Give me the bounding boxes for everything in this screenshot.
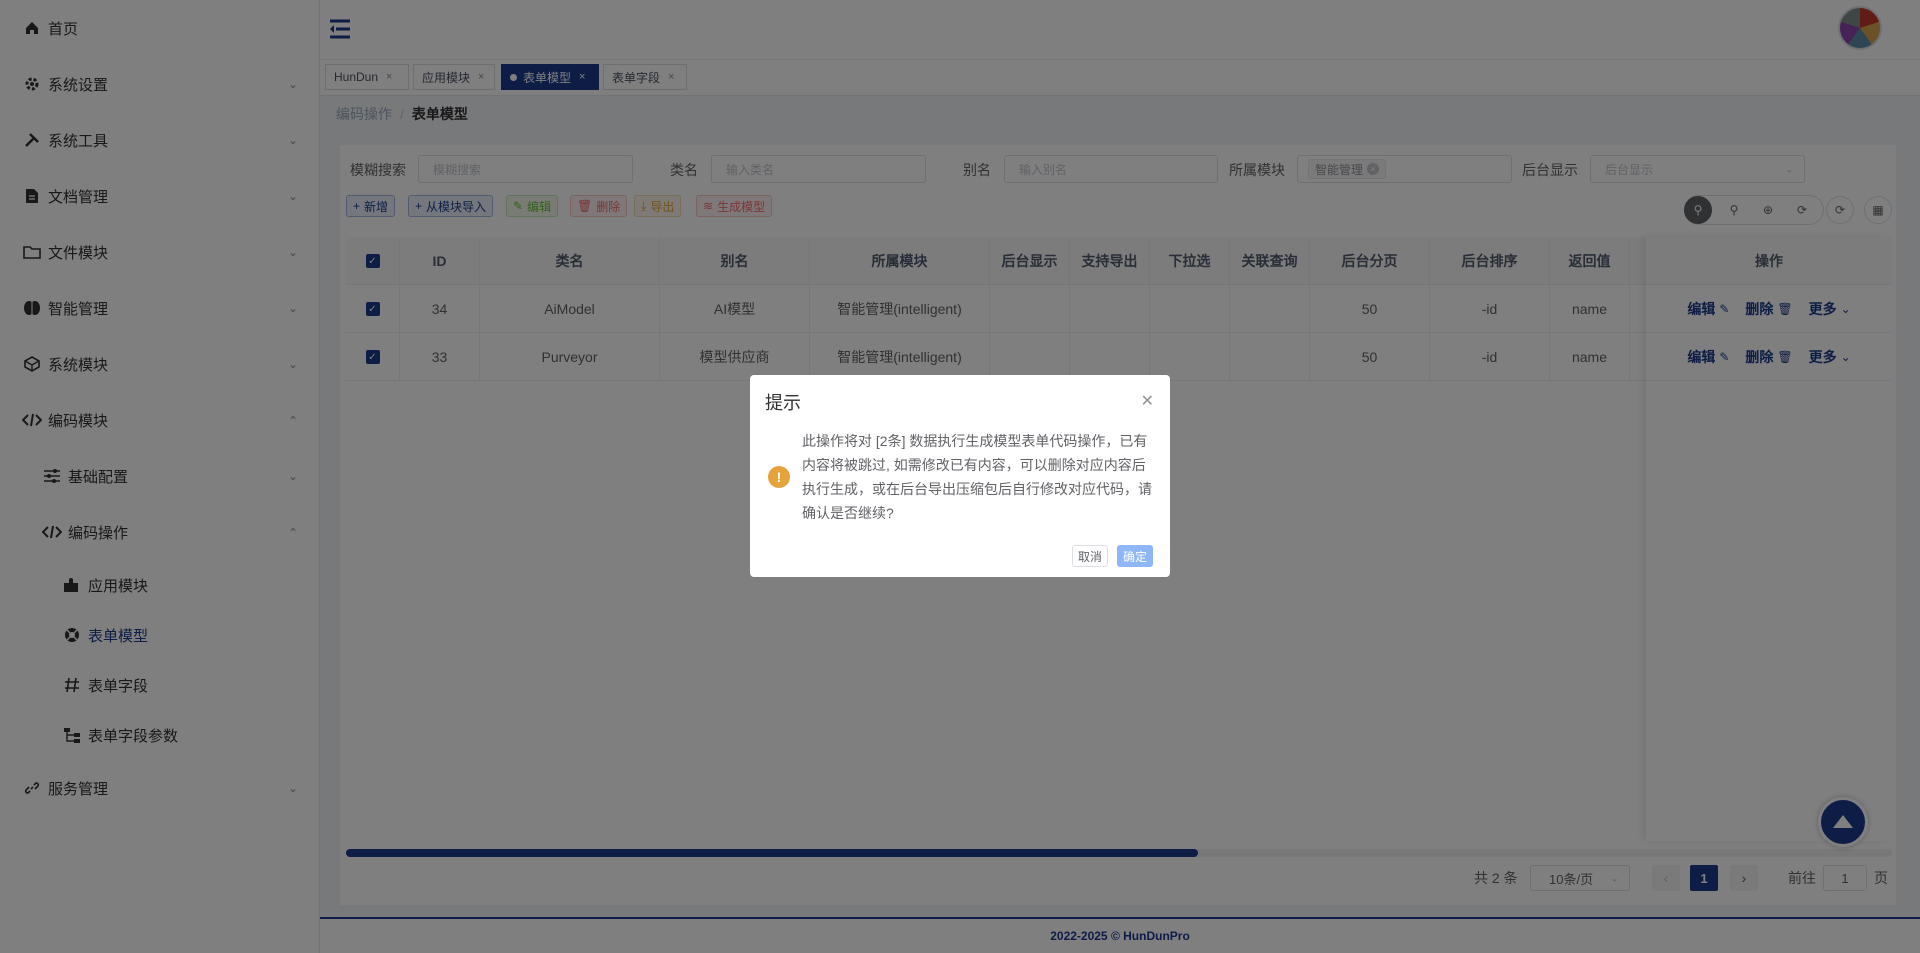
confirm-button[interactable]: 确定: [1117, 545, 1153, 567]
close-icon[interactable]: ✕: [1141, 391, 1154, 411]
app-root: 首页 系统设置 ⌄ 系统工具 ⌄ 文档管理 ⌄ 文件模块 ⌄ 智能管理 ⌄: [0, 0, 1920, 953]
cancel-button[interactable]: 取消: [1072, 545, 1108, 567]
dialog-title: 提示: [765, 393, 801, 413]
warning-icon: !: [768, 466, 790, 488]
confirm-dialog: 提示 ✕ ! 此操作将对 [2条] 数据执行生成模型表单代码操作，已有内容将被跳…: [750, 375, 1170, 577]
dialog-message: 此操作将对 [2条] 数据执行生成模型表单代码操作，已有内容将被跳过, 如需修改…: [802, 433, 1152, 521]
